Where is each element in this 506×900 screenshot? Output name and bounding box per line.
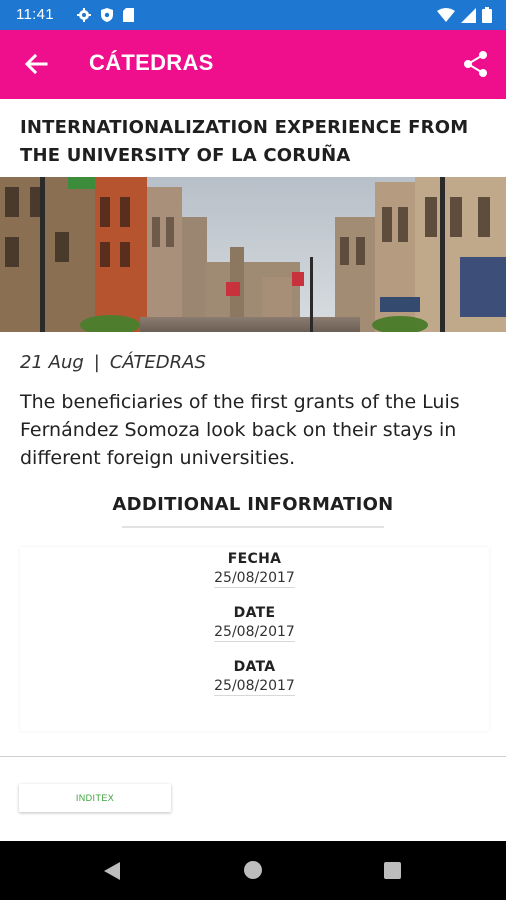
status-time: 11:41 (16, 6, 54, 23)
system-nav-bar (0, 841, 506, 900)
nav-back-icon[interactable] (102, 861, 122, 881)
share-icon[interactable] (462, 50, 490, 78)
status-bar: 11:41 (0, 0, 506, 30)
info-value: 25/08/2017 (214, 678, 295, 696)
article-hero-image (0, 177, 506, 332)
sd-card-icon (123, 8, 134, 22)
gear-icon (77, 8, 91, 22)
sponsor-button[interactable]: INDITEX (19, 784, 171, 812)
section-divider (0, 756, 506, 757)
info-item: DATA 25/08/2017 (20, 659, 489, 696)
nav-recents-icon[interactable] (384, 862, 401, 879)
app-bar-title: CÁTEDRAS (89, 50, 214, 75)
info-label: FECHA (227, 551, 282, 567)
info-value: 25/08/2017 (214, 624, 295, 642)
app-bar: CÁTEDRAS (0, 30, 506, 99)
status-icons-right (437, 7, 492, 23)
additional-info-card: FECHA 25/08/2017 DATE 25/08/2017 DATA 25… (20, 547, 489, 731)
info-value: 25/08/2017 (214, 570, 295, 588)
cell-signal-icon (461, 7, 476, 23)
article-summary: The beneficiaries of the first grants of… (20, 391, 460, 469)
wifi-icon (437, 7, 455, 22)
article-title: INTERNATIONALIZATION EXPERIENCE FROM THE… (20, 117, 469, 166)
article-date: 21 Aug (20, 352, 84, 373)
meta-separator: | (93, 352, 100, 373)
article-category[interactable]: CÁTEDRAS (110, 352, 206, 373)
status-icons-left (76, 7, 135, 23)
info-item: FECHA 25/08/2017 (20, 551, 489, 588)
info-label: DATE (233, 605, 276, 621)
arrow-back-icon[interactable] (20, 50, 50, 80)
info-label: DATA (233, 659, 276, 675)
info-item: DATE 25/08/2017 (20, 605, 489, 642)
nav-home-icon[interactable] (244, 861, 262, 879)
battery-icon (482, 7, 492, 23)
sponsor-label: INDITEX (75, 793, 115, 803)
article-meta: 21 Aug | CÁTEDRAS (20, 352, 206, 373)
heading-underline (122, 526, 384, 528)
street-photo (0, 177, 506, 332)
shield-icon (101, 8, 113, 22)
additional-info-heading: ADDITIONAL INFORMATION (112, 494, 394, 515)
